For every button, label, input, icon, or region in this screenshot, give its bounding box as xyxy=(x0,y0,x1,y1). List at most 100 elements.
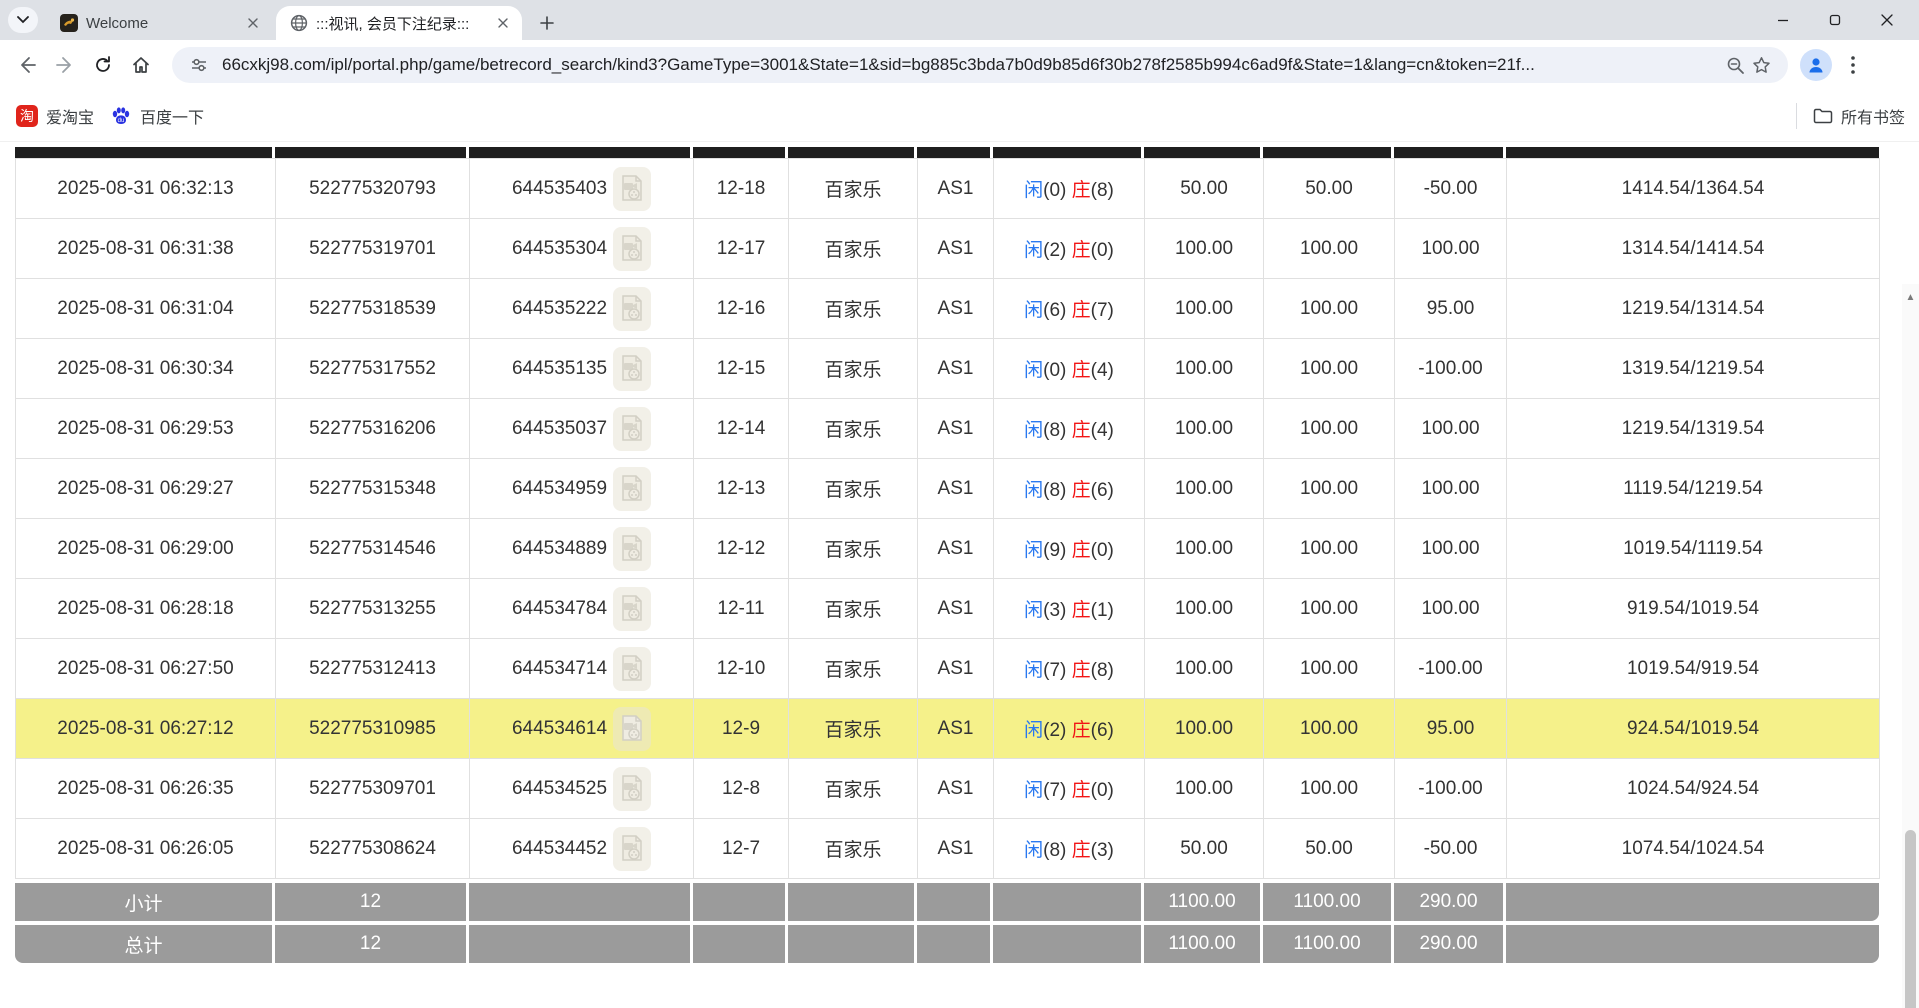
cell-table-name: AS1 xyxy=(918,219,994,279)
minimize-button[interactable] xyxy=(1757,0,1809,40)
tab-betrecord[interactable]: :::视讯, 会员下注纪录::: xyxy=(276,6,522,40)
all-bookmarks-button[interactable]: 所有书签 xyxy=(1813,104,1905,128)
video-replay-icon[interactable] xyxy=(613,587,651,631)
video-replay-icon[interactable] xyxy=(613,647,651,691)
cell-table-name: AS1 xyxy=(918,459,994,519)
cell-win-loss: -50.00 xyxy=(1395,159,1507,219)
bookmark-star-icon[interactable] xyxy=(1748,52,1774,78)
footer-cell xyxy=(917,925,993,963)
bet-record-row[interactable]: 2025-08-31 06:31:38522775319701644535304… xyxy=(16,219,1880,279)
profile-avatar[interactable] xyxy=(1800,49,1832,81)
bet-record-row[interactable]: 2025-08-31 06:31:04522775318539644535222… xyxy=(16,279,1880,339)
video-replay-icon[interactable] xyxy=(613,767,651,811)
header-cell xyxy=(15,147,275,158)
video-replay-icon[interactable] xyxy=(613,707,651,751)
bookmark-baidu[interactable]: du 百度一下 xyxy=(110,104,204,128)
tab-close-icon[interactable] xyxy=(244,14,262,32)
cell-bet-id: 522775312413 xyxy=(276,639,470,699)
cell-balance: 1219.54/1319.54 xyxy=(1507,399,1880,459)
cell-bet-id: 522775313255 xyxy=(276,579,470,639)
back-button[interactable] xyxy=(8,46,46,84)
header-cell xyxy=(917,147,993,158)
cell-valid-amount: 100.00 xyxy=(1264,219,1395,279)
bet-record-row[interactable]: 2025-08-31 06:27:50522775312413644534714… xyxy=(16,639,1880,699)
cell-round: 12-7 xyxy=(694,819,789,879)
browser-menu-icon[interactable] xyxy=(1838,50,1868,80)
cell-bet-amount: 50.00 xyxy=(1145,159,1264,219)
video-replay-icon[interactable] xyxy=(613,167,651,211)
table-header-clipped xyxy=(15,147,1879,158)
header-cell xyxy=(993,147,1144,158)
video-replay-icon[interactable] xyxy=(613,227,651,271)
cell-bet-time: 2025-08-31 06:29:53 xyxy=(16,399,276,459)
bet-record-row[interactable]: 2025-08-31 06:26:35522775309701644534525… xyxy=(16,759,1880,819)
cell-valid-amount: 50.00 xyxy=(1264,819,1395,879)
forward-button[interactable] xyxy=(46,46,84,84)
cell-game-id: 644535135 xyxy=(470,339,694,399)
tab-welcome[interactable]: Welcome xyxy=(46,6,272,40)
cell-bet-amount: 100.00 xyxy=(1145,759,1264,819)
cell-table-name: AS1 xyxy=(918,639,994,699)
cell-balance: 1074.54/1024.54 xyxy=(1507,819,1880,879)
video-replay-icon[interactable] xyxy=(613,287,651,331)
cell-game-name: 百家乐 xyxy=(789,699,918,759)
cell-bet-amount: 100.00 xyxy=(1145,579,1264,639)
video-replay-icon[interactable] xyxy=(613,467,651,511)
bet-record-row[interactable]: 2025-08-31 06:28:18522775313255644534784… xyxy=(16,579,1880,639)
cell-game-name: 百家乐 xyxy=(789,159,918,219)
cell-bet-id: 522775318539 xyxy=(276,279,470,339)
footer-cell: 290.00 xyxy=(1394,925,1506,963)
bookmark-aitaobao[interactable]: 淘 爱淘宝 xyxy=(16,104,94,128)
url-text[interactable]: 66cxkj98.com/ipl/portal.php/game/betreco… xyxy=(222,55,1722,75)
footer-cell: 1100.00 xyxy=(1263,925,1394,963)
cell-bet-id: 522775310985 xyxy=(276,699,470,759)
video-replay-icon[interactable] xyxy=(613,347,651,391)
cell-result: 闲(7) 庄(0) xyxy=(994,759,1145,819)
tab-close-icon[interactable] xyxy=(494,14,512,32)
cell-game-id: 644534714 xyxy=(470,639,694,699)
bet-record-row[interactable]: 2025-08-31 06:26:05522775308624644534452… xyxy=(16,819,1880,879)
bet-record-row[interactable]: 2025-08-31 06:30:34522775317552644535135… xyxy=(16,339,1880,399)
bet-record-row[interactable]: 2025-08-31 06:29:53522775316206644535037… xyxy=(16,399,1880,459)
cell-valid-amount: 100.00 xyxy=(1264,279,1395,339)
browser-window: Welcome :::视讯, 会员下注纪录::: xyxy=(0,0,1919,1008)
new-tab-button[interactable] xyxy=(534,10,560,36)
bet-record-row[interactable]: 2025-08-31 06:29:00522775314546644534889… xyxy=(16,519,1880,579)
video-replay-icon[interactable] xyxy=(613,407,651,451)
footer-cell: 总计 xyxy=(15,925,275,963)
tab-strip: Welcome :::视讯, 会员下注纪录::: xyxy=(0,0,1919,40)
site-settings-icon[interactable] xyxy=(186,52,212,78)
cell-valid-amount: 100.00 xyxy=(1264,459,1395,519)
cell-bet-amount: 100.00 xyxy=(1145,519,1264,579)
close-window-button[interactable] xyxy=(1861,0,1913,40)
cell-table-name: AS1 xyxy=(918,819,994,879)
tab-search-button[interactable] xyxy=(8,7,38,33)
home-button[interactable] xyxy=(122,46,160,84)
cell-bet-amount: 100.00 xyxy=(1145,399,1264,459)
maximize-button[interactable] xyxy=(1809,0,1861,40)
tab-title: Welcome xyxy=(86,15,238,32)
cell-result: 闲(6) 庄(7) xyxy=(994,279,1145,339)
zoom-out-icon[interactable] xyxy=(1722,52,1748,78)
vertical-scrollbar[interactable]: ▲ xyxy=(1902,284,1919,1008)
bet-record-row[interactable]: 2025-08-31 06:29:27522775315348644534959… xyxy=(16,459,1880,519)
cell-bet-amount: 50.00 xyxy=(1145,819,1264,879)
cell-bet-id: 522775319701 xyxy=(276,219,470,279)
footer-cell xyxy=(788,883,917,921)
reload-button[interactable] xyxy=(84,46,122,84)
scrollbar-thumb[interactable] xyxy=(1905,830,1916,1008)
scroll-up-arrow-icon[interactable]: ▲ xyxy=(1902,292,1919,303)
video-replay-icon[interactable] xyxy=(613,827,651,871)
bet-record-row[interactable]: 2025-08-31 06:32:13522775320793644535403… xyxy=(16,159,1880,219)
cell-bet-time: 2025-08-31 06:29:00 xyxy=(16,519,276,579)
cell-bet-time: 2025-08-31 06:26:05 xyxy=(16,819,276,879)
cell-round: 12-8 xyxy=(694,759,789,819)
bet-record-row[interactable]: 2025-08-31 06:27:12522775310985644534614… xyxy=(16,699,1880,759)
cell-valid-amount: 100.00 xyxy=(1264,639,1395,699)
cell-bet-id: 522775309701 xyxy=(276,759,470,819)
address-bar[interactable]: 66cxkj98.com/ipl/portal.php/game/betreco… xyxy=(172,47,1788,83)
video-replay-icon[interactable] xyxy=(613,527,651,571)
cell-result: 闲(8) 庄(6) xyxy=(994,459,1145,519)
header-cell xyxy=(275,147,469,158)
window-controls xyxy=(1757,0,1913,40)
